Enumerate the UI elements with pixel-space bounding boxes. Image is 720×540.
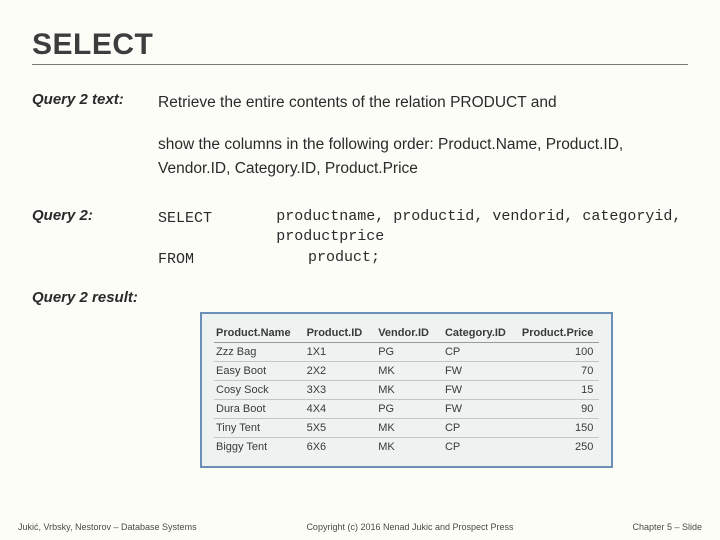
cell: Tiny Tent	[214, 418, 305, 437]
query-text-label: Query 2 text:	[32, 91, 158, 115]
cell: Dura Boot	[214, 399, 305, 418]
col-header: Category.ID	[443, 324, 520, 343]
cell: 70	[520, 361, 600, 380]
from-value: product;	[308, 248, 380, 271]
cell: 100	[520, 342, 600, 361]
cell: Easy Boot	[214, 361, 305, 380]
cell: Zzz Bag	[214, 342, 305, 361]
cell: FW	[443, 361, 520, 380]
table-row: Easy Boot 2X2 MK FW 70	[214, 361, 599, 380]
cell: 90	[520, 399, 600, 418]
cell: MK	[376, 418, 443, 437]
table-row: Dura Boot 4X4 PG FW 90	[214, 399, 599, 418]
result-table: Product.Name Product.ID Vendor.ID Catego…	[214, 324, 599, 456]
cell: PG	[376, 399, 443, 418]
query-label: Query 2:	[32, 207, 158, 271]
cell: CP	[443, 437, 520, 456]
cell: 1X1	[305, 342, 377, 361]
select-keyword: SELECT	[158, 207, 276, 248]
cell: MK	[376, 361, 443, 380]
cell: PG	[376, 342, 443, 361]
cell: FW	[443, 380, 520, 399]
cell: 3X3	[305, 380, 377, 399]
cell: MK	[376, 380, 443, 399]
slide-title: SELECT	[32, 28, 688, 65]
query-text-line1: Retrieve the entire contents of the rela…	[158, 91, 688, 115]
footer-mid: Copyright (c) 2016 Nenad Jukic and Prosp…	[228, 522, 592, 532]
cell: 150	[520, 418, 600, 437]
cell: FW	[443, 399, 520, 418]
cell: 6X6	[305, 437, 377, 456]
cell: Biggy Tent	[214, 437, 305, 456]
col-header: Product.ID	[305, 324, 377, 343]
footer-left: Jukić, Vrbsky, Nestorov – Database Syste…	[18, 522, 228, 532]
table-header-row: Product.Name Product.ID Vendor.ID Catego…	[214, 324, 599, 343]
query-text-line2: show the columns in the following order:…	[158, 133, 688, 181]
cell: CP	[443, 342, 520, 361]
table-row: Biggy Tent 6X6 MK CP 250	[214, 437, 599, 456]
cell: 2X2	[305, 361, 377, 380]
cell: Cosy Sock	[214, 380, 305, 399]
cell: 5X5	[305, 418, 377, 437]
table-row: Cosy Sock 3X3 MK FW 15	[214, 380, 599, 399]
result-table-container: Product.Name Product.ID Vendor.ID Catego…	[200, 312, 613, 468]
cell: MK	[376, 437, 443, 456]
col-header: Vendor.ID	[376, 324, 443, 343]
table-row: Tiny Tent 5X5 MK CP 150	[214, 418, 599, 437]
footer: Jukić, Vrbsky, Nestorov – Database Syste…	[0, 522, 720, 532]
from-keyword: FROM	[158, 248, 308, 271]
cell: 15	[520, 380, 600, 399]
result-label: Query 2 result:	[32, 289, 688, 306]
cell: CP	[443, 418, 520, 437]
col-header: Product.Price	[520, 324, 600, 343]
select-columns: productname, productid, vendorid, catego…	[276, 207, 688, 248]
cell: 4X4	[305, 399, 377, 418]
footer-right: Chapter 5 – Slide	[592, 522, 702, 532]
table-row: Zzz Bag 1X1 PG CP 100	[214, 342, 599, 361]
col-header: Product.Name	[214, 324, 305, 343]
cell: 250	[520, 437, 600, 456]
